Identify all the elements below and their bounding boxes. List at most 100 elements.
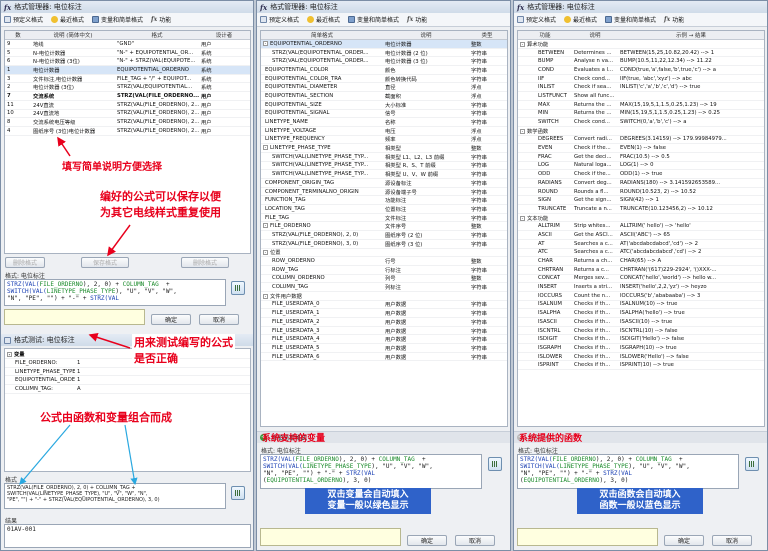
tab-functions[interactable]: fx 功能 <box>151 15 171 24</box>
variable-row[interactable]: FILE_USERDATA_6 用户数据 字符串 <box>261 353 507 362</box>
variable-row[interactable]: FUNCTION_TAG 功能标注 字符串 <box>261 196 507 206</box>
function-row[interactable]: FRAC Get the deci... FRAC(10.5) --> 0.5 <box>518 153 764 162</box>
collapse-icon[interactable]: - <box>263 223 268 229</box>
variable-row[interactable]: EQUIPOTENTIAL_ORDERNO:1 <box>5 376 250 386</box>
calculator-icon[interactable] <box>745 457 759 471</box>
function-row[interactable]: ISLOWER Checks if th... ISLOWER('Hello') -… <box>518 353 764 362</box>
variable-row[interactable]: COLUMN_ORDERNO 列号 整数 <box>261 275 507 284</box>
variable-row[interactable]: SWITCH(VAL(LINETYPE_PHASE_TYP... 相类型 U、V、… <box>261 170 507 179</box>
ok-button[interactable]: 确定 <box>151 314 191 325</box>
tab-variables[interactable]: 变量和简单格式 <box>605 15 656 24</box>
table-row[interactable]: 5 N-电位计数器 "N-" + EQUIPOTENTIAL_OR... 系统 <box>5 49 250 58</box>
variable-group-row[interactable]: - 文件用户数据 <box>261 292 507 301</box>
col-header-description[interactable]: 说明 (简体中文) <box>31 31 115 39</box>
function-row[interactable]: ISALPHA Checks if th... ISALPHA('hello') -… <box>518 309 764 318</box>
variable-row[interactable]: EQUIPOTENTIAL_COLOR 颜色 字符串 <box>261 66 507 75</box>
table-row[interactable]: 7 交流系统 STRZ(VAL(FILE_ORDERNO... 用户 <box>5 92 250 101</box>
col-header-description[interactable]: 说明 <box>383 31 469 39</box>
function-row[interactable]: SWITCH Check cond... SWITCH(0,'a','b','c')… <box>518 118 764 127</box>
col-header-type[interactable]: 类型 <box>469 31 505 39</box>
variable-row[interactable]: FILE_USERDATA_3 用户数据 字符串 <box>261 327 507 336</box>
collapse-icon[interactable]: - <box>263 250 268 256</box>
table-row[interactable]: 11 24V直流 STRZ(VAL(FILE_ORDERNO), 2... 用户 <box>5 101 250 110</box>
function-group-row[interactable]: - 数学函数 <box>518 127 764 136</box>
collapse-icon[interactable]: - <box>520 128 525 134</box>
table-row[interactable]: 6 N-电位计数器 (3位) "N-" + STRZ(VAL(EQUIPOTE...… <box>5 57 250 67</box>
variable-row[interactable]: FILE_USERDATA_0 用户数据 字符串 <box>261 301 507 310</box>
variable-group-row[interactable]: - LINETYPE_PHASE_TYPE 相类型 整数 <box>261 144 507 153</box>
tab-functions[interactable]: fx 功能 <box>664 15 684 24</box>
collapse-icon[interactable]: - <box>520 41 525 47</box>
variable-row[interactable]: SWITCH(VAL(LINETYPE_PHASE_TYP... 相类型 R、S、… <box>261 162 507 171</box>
variable-row[interactable]: LINETYPE_PHASE_TYPE: 1 <box>5 368 250 377</box>
function-row[interactable]: ATC Searches a c... ATC('abcdabcdabcd','cd… <box>518 249 764 258</box>
function-row[interactable]: ISPRINT Checks if th... ISPRINT(10) --> tr… <box>518 361 764 371</box>
calculator-icon[interactable] <box>231 281 245 295</box>
function-row[interactable]: INLIST Check if sea... INLIST('c','a','b',… <box>518 83 764 93</box>
variable-row[interactable]: LINETYPE_FREQUENCY 频率 浮点 <box>261 136 507 145</box>
function-row[interactable]: EVEN Check if the... EVEN(1) --> false <box>518 144 764 153</box>
function-group-row[interactable]: - 文本功能 <box>518 214 764 223</box>
tab-recent[interactable]: 最近格式 <box>51 15 84 24</box>
formula-editor[interactable]: STRZ(VAL(FILE_ORDERNO), 2, 0) + COLUMN_T… <box>517 454 739 489</box>
variable-group-row[interactable]: - EQUIPOTENTIAL_ORDERNO 电位计数器 整数 <box>261 40 507 49</box>
cancel-button[interactable]: 取消 <box>712 535 752 546</box>
function-row[interactable]: BUMP Analyse n va... BUMP(10.5,11,22,12.34… <box>518 57 764 67</box>
tab-recent[interactable]: 最近格式 <box>307 15 340 24</box>
tab-variables[interactable]: 变量和简单格式 <box>348 15 399 24</box>
function-row[interactable]: ALLTRIM Strip whites... ALLTRIM(' hello') … <box>518 222 764 232</box>
function-row[interactable]: IIF Check cond... IIF(true, 'abc','xyz') -… <box>518 75 764 84</box>
tab-predefined[interactable]: 预定义格式 <box>260 15 299 24</box>
variable-row[interactable]: FILE_TAG 文件标注 字符串 <box>261 214 507 223</box>
collapse-icon[interactable]: - <box>263 293 268 299</box>
function-row[interactable]: ODD Check if the... ODD(1) --> true <box>518 170 764 179</box>
variable-row[interactable]: EQUIPOTENTIAL_SIGNAL 信号 字符串 <box>261 110 507 119</box>
variable-row[interactable]: LOCATION_TAG 位置标注 字符串 <box>261 205 507 214</box>
formula-editor[interactable]: STRZ(VAL(FILE_ORDERNO), 2, 0) + COLUMN_T… <box>260 454 482 489</box>
format-description-box[interactable] <box>517 528 658 546</box>
variable-row[interactable]: STRZ(VAL(FILE_ORDERNO), 3, 0) 图纸序号 (3 位) 字… <box>261 240 507 249</box>
function-row[interactable]: ISALNUM Checks if th... ISALNUM(10) --> tr… <box>518 301 764 310</box>
function-row[interactable]: RADIANS Convert deg... RADIANS(180) --> 3.… <box>518 179 764 188</box>
col-header-example[interactable]: 示例 → 结果 <box>618 31 764 39</box>
tab-predefined[interactable]: 预定义格式 <box>4 15 43 24</box>
function-row[interactable]: ISCNTRL Checks if th... ISCNTRL(10) --> fa… <box>518 327 764 336</box>
col-header-description[interactable]: 说明 <box>572 31 618 39</box>
function-row[interactable]: SIGN Get the sign... SIGN(42) --> 1 <box>518 196 764 206</box>
collapse-icon[interactable]: - <box>263 145 268 151</box>
function-row[interactable]: CONCAT Merges sev... CONCAT('hello','world… <box>518 275 764 284</box>
variable-row[interactable]: STRZ(VAL(EQUIPOTENTIAL_ORDER... 电位计数器 (3 … <box>261 57 507 67</box>
variable-row[interactable]: ROW_ORDERNO 行号 整数 <box>261 257 507 266</box>
collapse-icon[interactable]: - <box>520 215 525 221</box>
function-row[interactable]: BETWEEN Determines ... BETWEEN(15,25,10.82… <box>518 49 764 58</box>
variable-row[interactable]: STRZ(VAL(FILE_ORDERNO), 2, 0) 图纸序号 (2 位) 字… <box>261 231 507 240</box>
table-row[interactable]: 10 24V直流地 STRZ(VAL(FILE_ORDERNO), 2... 用户 <box>5 110 250 119</box>
variable-row[interactable]: FILE_ORDERNO: 1 <box>5 359 250 368</box>
table-row[interactable]: 4 图纸序号 (3位)电位计数器 STRZ(VAL(FILE_ORDERNO), 2… <box>5 127 250 136</box>
function-row[interactable]: MAX Returns the ... MAX(15,19,5,1,1.5,0.25… <box>518 101 764 110</box>
ok-button[interactable]: 确定 <box>407 535 447 546</box>
delete-format-button[interactable]: 删除格式 <box>5 257 45 268</box>
function-row[interactable]: ROUND Rounds a fl... ROUND(10.523, 2) --> … <box>518 188 764 197</box>
test-calculator-icon[interactable] <box>231 486 245 500</box>
formula-editor[interactable]: STRZ(VAL(FILE_ORDERNO), 2, 0) + COLUMN_T… <box>4 279 226 306</box>
collapse-icon[interactable]: - <box>263 40 268 46</box>
collapse-icon[interactable]: - <box>7 351 12 357</box>
function-row[interactable]: INSERT Inserts a stri... INSERT('hello',2,… <box>518 283 764 292</box>
function-row[interactable]: LISTFUNCT Show all func... <box>518 92 764 101</box>
variable-row[interactable]: SWITCH(VAL(LINETYPE_PHASE_TYP... 相类型 L1、L… <box>261 153 507 162</box>
variable-row[interactable]: COMPONENT_TERMINALNO_ORIGIN 源设备端子号 字符串 <box>261 188 507 197</box>
cancel-button[interactable]: 取消 <box>199 314 239 325</box>
col-header-function[interactable]: 功能 <box>518 31 572 39</box>
save-format-button[interactable]: 保存格式 <box>81 257 129 268</box>
col-header-number[interactable]: 数 <box>5 31 31 39</box>
function-row[interactable]: CHRTRAN Returns a c... CHRTRAN('(617)229-2… <box>518 266 764 275</box>
variable-row[interactable]: STRZ(VAL(EQUIPOTENTIAL_ORDER... 电位计数器 (2 … <box>261 49 507 58</box>
variable-row[interactable]: LINETYPE_NAME 名称 字符串 <box>261 118 507 127</box>
variable-row[interactable]: COMPONENT_ORIGIN_TAG 源设备标注 字符串 <box>261 179 507 188</box>
function-row[interactable]: MIN Returns the ... MIN(15,19,5,1,1.5,0.25… <box>518 110 764 119</box>
function-row[interactable]: TRUNCATE Truncate a n... TRUNCATE(10.12345… <box>518 205 764 214</box>
table-row[interactable]: 2 电位计数器 (3位) STRZ(VAL(EQUIPOTENTIAL... 系统 <box>5 83 250 93</box>
variable-row[interactable]: COLUMN_TAG 列标注 字符串 <box>261 283 507 292</box>
calculator-icon[interactable] <box>488 457 502 471</box>
